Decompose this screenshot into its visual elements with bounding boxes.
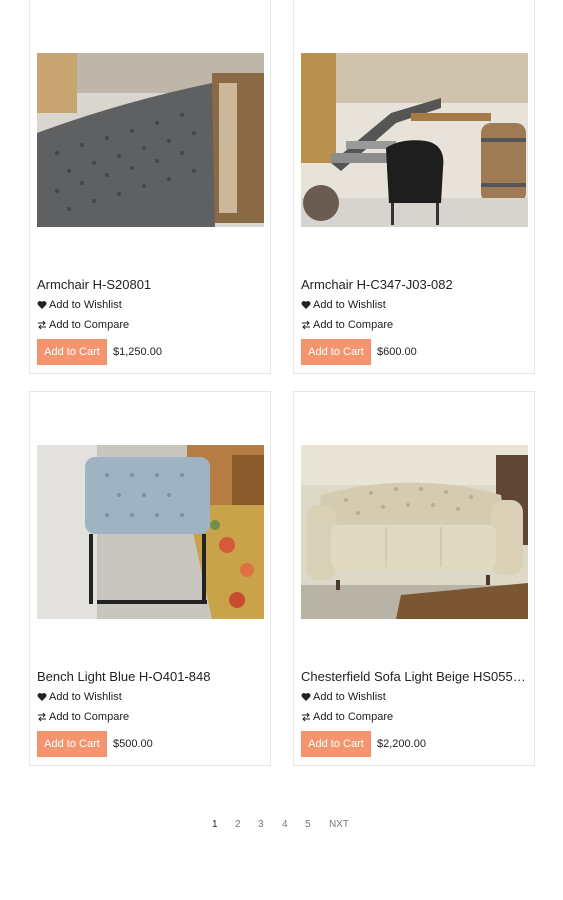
add-to-wishlist-link[interactable]: Add to Wishlist: [37, 299, 122, 311]
product-title[interactable]: Chesterfield Sofa Light Beige HS0550...: [301, 669, 529, 684]
product-price: $2,200.00: [377, 738, 426, 750]
compare-icon: [301, 320, 311, 330]
product-image[interactable]: [301, 445, 528, 619]
bench-photo: [37, 445, 264, 619]
add-to-compare-link[interactable]: Add to Compare: [37, 319, 129, 331]
product-image[interactable]: [37, 53, 264, 227]
add-to-cart-button[interactable]: Add to Cart: [37, 731, 107, 757]
add-to-cart-button[interactable]: Add to Cart: [301, 339, 371, 365]
armchair-showroom-photo: [301, 53, 528, 227]
product-title[interactable]: Armchair H-C347-J03-082: [301, 277, 529, 292]
product-card: Armchair H-C347-J03-082 Add to Wishlist …: [293, 0, 535, 374]
product-title[interactable]: Armchair H-S20801: [37, 277, 265, 292]
compare-label: Add to Compare: [49, 711, 130, 723]
product-card: Bench Light Blue H-O401-848 Add to Wishl…: [29, 391, 271, 766]
add-to-wishlist-link[interactable]: Add to Wishlist: [301, 691, 386, 703]
add-to-wishlist-link[interactable]: Add to Wishlist: [37, 691, 122, 703]
compare-label: Add to Compare: [313, 711, 394, 723]
compare-label: Add to Compare: [49, 319, 130, 331]
sofa-photo: [301, 445, 528, 619]
product-price: $500.00: [113, 738, 153, 750]
wishlist-label: Add to Wishlist: [49, 299, 122, 311]
compare-icon: [37, 712, 47, 722]
add-to-cart-button[interactable]: Add to Cart: [301, 731, 371, 757]
add-to-compare-link[interactable]: Add to Compare: [301, 319, 393, 331]
pagination: 1 2 3 4 5 NXT: [0, 819, 563, 833]
compare-label: Add to Compare: [313, 319, 394, 331]
page-link-4[interactable]: 4: [282, 819, 288, 830]
add-to-compare-link[interactable]: Add to Compare: [37, 711, 129, 723]
wishlist-label: Add to Wishlist: [313, 299, 386, 311]
wishlist-label: Add to Wishlist: [49, 691, 122, 703]
product-card: Chesterfield Sofa Light Beige HS0550... …: [293, 391, 535, 766]
product-image[interactable]: [37, 445, 264, 619]
compare-icon: [37, 320, 47, 330]
armchair-photo: [37, 53, 264, 227]
page-link-1[interactable]: 1: [212, 819, 218, 830]
page-link-5[interactable]: 5: [305, 819, 311, 830]
page-link-3[interactable]: 3: [258, 819, 264, 830]
heart-icon: [37, 300, 47, 310]
page-link-2[interactable]: 2: [235, 819, 241, 830]
add-to-wishlist-link[interactable]: Add to Wishlist: [301, 299, 386, 311]
compare-icon: [301, 712, 311, 722]
heart-icon: [301, 692, 311, 702]
product-title[interactable]: Bench Light Blue H-O401-848: [37, 669, 265, 684]
product-price: $1,250.00: [113, 346, 162, 358]
product-card: Armchair H-S20801 Add to Wishlist Add to…: [29, 0, 271, 374]
heart-icon: [37, 692, 47, 702]
product-price: $600.00: [377, 346, 417, 358]
product-image[interactable]: [301, 53, 528, 227]
add-to-compare-link[interactable]: Add to Compare: [301, 711, 393, 723]
wishlist-label: Add to Wishlist: [313, 691, 386, 703]
heart-icon: [301, 300, 311, 310]
add-to-cart-button[interactable]: Add to Cart: [37, 339, 107, 365]
next-page-link[interactable]: NXT: [329, 819, 349, 830]
